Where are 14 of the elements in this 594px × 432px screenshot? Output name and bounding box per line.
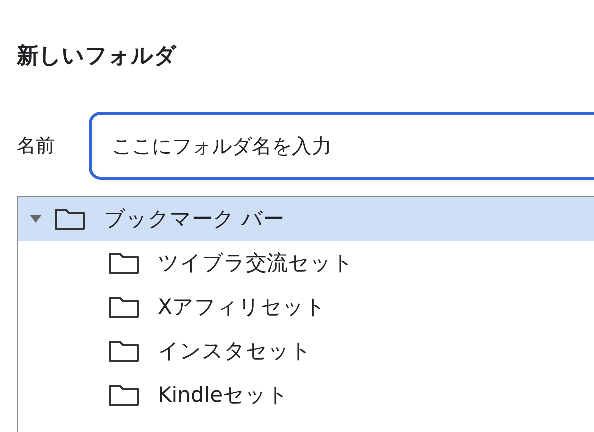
folder-name-field[interactable]: ここにフォルダ名を入力 <box>89 112 594 180</box>
folder-icon <box>108 339 140 363</box>
folder-icon <box>108 295 140 319</box>
name-label: 名前 <box>17 134 55 159</box>
dialog-title: 新しいフォルダ <box>17 43 178 71</box>
folder-icon <box>108 383 140 407</box>
folder-tree-item[interactable]: ツイブラ交流セット <box>18 241 594 285</box>
expand-triangle-icon[interactable] <box>30 213 42 225</box>
folder-tree-item[interactable]: インスタセット <box>18 329 594 373</box>
folder-tree-item[interactable]: Xアフィリセット <box>18 285 594 329</box>
folder-tree-item[interactable]: Kindleセット <box>18 373 594 417</box>
folder-icon <box>108 251 140 275</box>
folder-tree-item[interactable]: ブックマーク バー <box>18 197 594 241</box>
folder-icon <box>54 207 86 231</box>
